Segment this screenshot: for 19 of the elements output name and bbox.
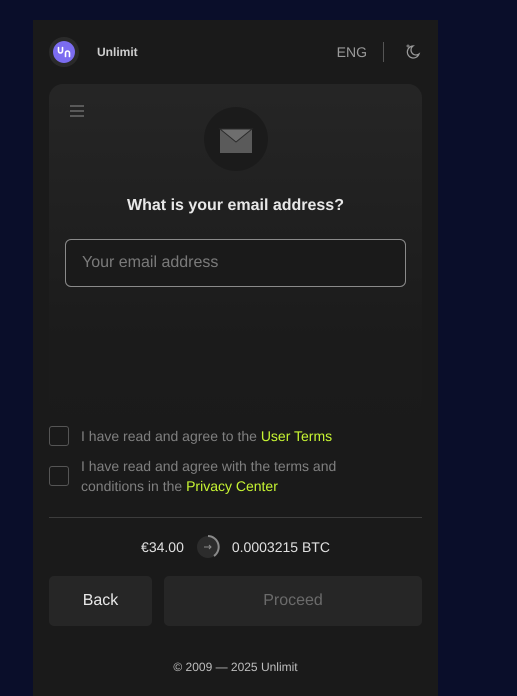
- menu-icon[interactable]: [69, 105, 85, 117]
- logo-icon: [49, 37, 79, 67]
- language-button[interactable]: ENG: [336, 44, 367, 60]
- agreement-text: I have read and agree to the User Terms: [81, 427, 332, 446]
- fiat-amount: €34.00: [141, 539, 184, 555]
- copyright-text: © 2009 — 2025 Unlimit: [172, 660, 299, 674]
- terms-link[interactable]: Privacy Center: [186, 478, 278, 494]
- terms-link[interactable]: User Terms: [260, 428, 332, 444]
- crypto-amount: 0.0003215 BTC: [232, 539, 330, 555]
- envelope-icon: [204, 107, 268, 171]
- moon-icon[interactable]: [404, 43, 422, 61]
- agreement-text: I have read and agree with the terms and conditions in the Privacy Center: [81, 457, 338, 496]
- checkbox[interactable]: [49, 466, 69, 486]
- question-heading: What is your email address?: [127, 197, 344, 215]
- checkbox[interactable]: [49, 426, 69, 446]
- arrow-ring-icon: [196, 535, 220, 559]
- email-field[interactable]: Your email address: [65, 239, 406, 287]
- back-button[interactable]: Back: [49, 576, 152, 626]
- brand-name: Unlimit: [97, 45, 138, 59]
